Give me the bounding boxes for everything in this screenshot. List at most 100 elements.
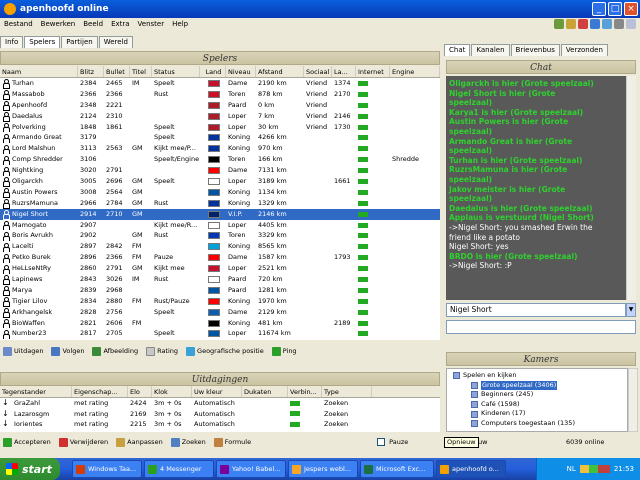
column-header[interactable]: Titel [130, 66, 152, 77]
column-header[interactable]: La... [332, 66, 356, 77]
menu-extra[interactable]: Extra [111, 20, 129, 28]
player-row[interactable]: Polverking 1848 1861 Speelt Loper 30 km Vriend… [0, 122, 440, 133]
room-item[interactable]: Kinderen (17) [447, 409, 627, 419]
chat-message-input[interactable] [446, 320, 636, 334]
geo-position-button[interactable]: Geografische positie [186, 346, 264, 356]
chat-recipient-select[interactable]: Nigel Short [446, 303, 626, 317]
chat-scrollbar[interactable] [626, 76, 636, 300]
uitdagen-button[interactable]: Uitdagen [3, 346, 43, 356]
player-row[interactable]: Turhan 2384 2465 IM Speelt Dame 2190 km Vriend 1… [0, 78, 440, 89]
rooms-scrollbar[interactable] [628, 368, 638, 432]
tray-icons[interactable] [579, 465, 610, 473]
challenge-row[interactable]: ↓ Lazarosgm met rating 2169 3m + 0s Automatis… [0, 409, 440, 420]
checkbox-box[interactable] [377, 438, 386, 446]
taskbar-item[interactable]: Microsoft Exc... [360, 460, 434, 478]
player-row[interactable]: BioWaffen 2821 2606 FM Koning 481 km 2189 [0, 318, 440, 329]
tab-wereld[interactable]: Wereld [98, 36, 133, 48]
player-row[interactable]: Nightking 3020 2791 Dame 7131 km [0, 165, 440, 177]
start-button[interactable]: start [0, 458, 60, 480]
challenge-row[interactable]: ↓ Iorientes met rating 2215 3m + 0s Automatis… [0, 419, 440, 430]
tool-icon-3[interactable] [578, 19, 588, 29]
tab-brievenbus[interactable]: Brievenbus [510, 44, 560, 56]
remove-button[interactable]: Verwijderen [58, 437, 108, 447]
tool-icon-7[interactable] [626, 19, 636, 29]
challenge-column-header[interactable]: Eigenschap... [72, 386, 128, 397]
menu-help[interactable]: Help [172, 20, 188, 28]
column-header[interactable]: Bullet [104, 66, 130, 77]
player-row[interactable]: Comp Shredder 3106 Speelt/Engine Toren 166 k… [0, 154, 440, 166]
tool-icon-4[interactable] [590, 19, 600, 29]
tool-icon-1[interactable] [554, 19, 564, 29]
challenge-row[interactable]: ↓ GraZahl met rating 2424 3m + 0s Automatisch… [0, 398, 440, 409]
player-row[interactable]: Daedalus 2124 2310 Loper 7 km Vriend 2146 [0, 111, 440, 122]
column-header[interactable]: Naam [0, 66, 78, 77]
player-row[interactable]: Nigel Short 2914 2710 GM V.I.P. 2146 km [0, 208, 440, 220]
taskbar-item[interactable]: Jespers webl... [288, 460, 358, 478]
column-header[interactable]: Internet [356, 66, 390, 77]
tab-info[interactable]: Info [0, 36, 24, 48]
accept-button[interactable]: Accepteren [3, 437, 51, 447]
maximize-button[interactable]: □ [608, 2, 622, 16]
column-header[interactable]: Blitz [78, 66, 104, 77]
column-header[interactable]: Status [152, 66, 200, 77]
column-header[interactable]: Niveau [226, 66, 256, 77]
tab-verzonden[interactable]: Verzonden [560, 44, 608, 56]
menu-bewerken[interactable]: Bewerken [41, 20, 76, 28]
pause-checkbox[interactable]: Pauze [377, 438, 408, 446]
ping-button[interactable]: Ping [271, 346, 297, 356]
column-header[interactable]: Sociaal [304, 66, 332, 77]
room-item[interactable]: Computers toegestaan (135) [447, 419, 627, 429]
player-row[interactable]: Austin Powers 3008 2564 GM Koning 1134 km [0, 187, 440, 198]
column-header[interactable]: Land [200, 66, 226, 77]
player-row[interactable]: Tigier Lilov 2834 2880 FM Rust/Pauze Koning 19… [0, 296, 440, 307]
room-item[interactable]: Spelen en kijken [447, 371, 627, 381]
player-row[interactable]: Boris Avrukh 2902 GM Rust Toren 3329 km [0, 230, 440, 242]
challenge-column-header[interactable]: Elo [128, 386, 152, 397]
column-header[interactable]: Engine [390, 66, 440, 77]
room-item[interactable]: Café (1598) [447, 400, 627, 410]
player-row[interactable]: Mamogato 2907 Kijkt mee/R... Loper 4405 km [0, 220, 440, 231]
tab-chat[interactable]: Chat [444, 44, 471, 56]
room-item[interactable]: Beginners (245) [447, 390, 627, 400]
taskbar-item[interactable]: Windows Taa... [72, 460, 142, 478]
challenge-column-header[interactable]: Type [322, 386, 372, 397]
challenge-column-header[interactable]: Klok [152, 386, 192, 397]
player-row[interactable]: Arkhangelsk 2828 2756 Speelt Dame 2129 km [0, 307, 440, 318]
challenge-column-header[interactable]: Uw kleur [192, 386, 242, 397]
taskbar-item[interactable]: Yahoo! Babel... [216, 460, 286, 478]
player-row[interactable]: Marya 2839 2968 Paard 1281 km [0, 285, 440, 296]
player-row[interactable]: Number23 2817 2705 Speelt Loper 11674 km [0, 328, 440, 340]
tool-icon-5[interactable] [602, 19, 612, 29]
player-row[interactable]: Lord Malshun 3113 2563 GM Kijkt mee/P... Koni… [0, 143, 440, 155]
rating-button[interactable]: Rating [146, 346, 178, 356]
menu-venster[interactable]: Venster [138, 20, 165, 28]
minimize-button[interactable]: _ [592, 2, 606, 16]
player-row[interactable]: Oligarckh 3005 2696 GM Speelt Loper 3189 km 166… [0, 176, 440, 187]
menu-bestand[interactable]: Bestand [4, 20, 33, 28]
menu-beeld[interactable]: Beeld [83, 20, 103, 28]
player-row[interactable]: HeLLseNtRy 2860 2791 GM Kijkt mee Loper 2521 k… [0, 263, 440, 275]
challenge-column-header[interactable]: Verbin... [288, 386, 322, 397]
player-row[interactable]: RuzrsMamuna 2966 2784 GM Rust Koning 1329 km [0, 198, 440, 209]
taskbar-item[interactable]: 4 Messenger [144, 460, 214, 478]
column-header[interactable]: Afstand [256, 66, 304, 77]
tab-partijen[interactable]: Partijen [61, 36, 98, 48]
challenge-column-header[interactable]: Tegenstander [0, 386, 72, 397]
player-row[interactable]: Armando Great 3179 Speelt Koning 4266 km [0, 132, 440, 144]
afbeelding-button[interactable]: Afbeelding [92, 346, 138, 356]
tool-icon-2[interactable] [566, 19, 576, 29]
player-row[interactable]: Petko Burek 2896 2366 FM Pauze Dame 1587 km 179… [0, 252, 440, 264]
chevron-down-icon[interactable]: ▼ [626, 303, 636, 317]
formula-button[interactable]: Formule [213, 437, 251, 447]
search-button[interactable]: Zoeken [170, 437, 206, 447]
language-indicator[interactable]: NL [567, 465, 576, 473]
player-row[interactable]: Lapinews 2843 3026 IM Rust Paard 720 km [0, 274, 440, 285]
tool-icon-6[interactable] [614, 19, 624, 29]
room-item[interactable]: Grote speelzaal (3406) [447, 380, 627, 391]
close-button[interactable]: × [624, 2, 638, 16]
challenge-column-header[interactable]: Dukaten [242, 386, 288, 397]
tab-kanalen[interactable]: Kanalen [471, 44, 510, 56]
player-row[interactable]: Lacelti 2897 2842 FM Koning 8565 km [0, 241, 440, 253]
player-row[interactable]: Massabob 2366 2366 Rust Toren 878 km Vriend 217… [0, 89, 440, 100]
tab-spelers[interactable]: Spelers [24, 36, 61, 48]
